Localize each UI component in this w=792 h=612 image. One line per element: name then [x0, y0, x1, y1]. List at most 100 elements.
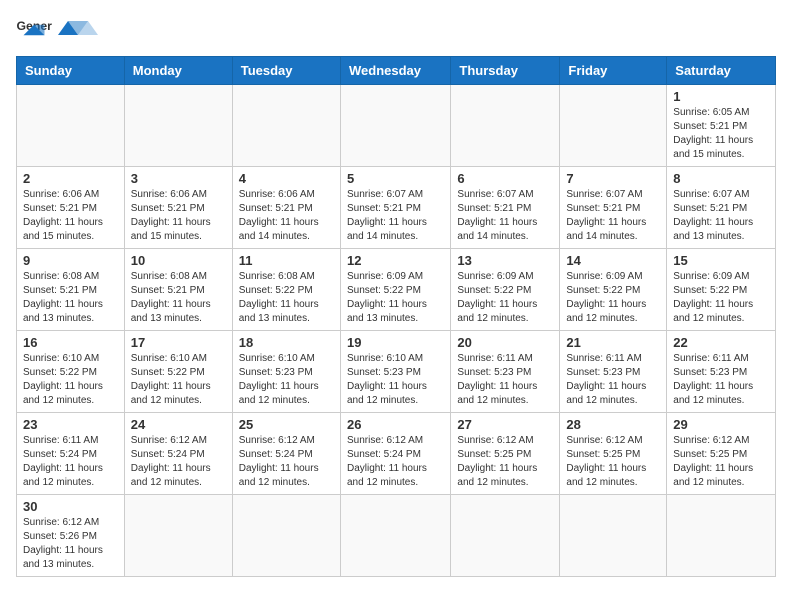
day-cell: 16 Sunrise: 6:10 AM Sunset: 5:22 PM Dayli…	[17, 331, 125, 413]
header-sunday: Sunday	[17, 57, 125, 85]
day-info: Sunrise: 6:08 AM Sunset: 5:22 PM Dayligh…	[239, 270, 334, 326]
day-cell	[232, 85, 340, 167]
day-number: 1	[673, 89, 769, 104]
day-cell	[340, 495, 450, 577]
day-number: 13	[457, 253, 553, 268]
day-info: Sunrise: 6:07 AM Sunset: 5:21 PM Dayligh…	[347, 188, 444, 244]
day-number: 15	[673, 253, 769, 268]
day-number: 8	[673, 171, 769, 186]
day-number: 17	[131, 335, 226, 350]
day-info: Sunrise: 6:11 AM Sunset: 5:23 PM Dayligh…	[673, 352, 769, 408]
day-cell	[451, 85, 560, 167]
day-cell	[451, 495, 560, 577]
week-row-6: 30Sunrise: 6:12 AM Sunset: 5:26 PM Dayli…	[17, 495, 776, 577]
day-number: 4	[239, 171, 334, 186]
day-number: 14	[566, 253, 660, 268]
day-number: 16	[23, 335, 118, 350]
day-cell: 21Sunrise: 6:11 AM Sunset: 5:23 PM Dayli…	[560, 331, 667, 413]
day-info: Sunrise: 6:08 AM Sunset: 5:21 PM Dayligh…	[131, 270, 226, 326]
week-row-4: 16 Sunrise: 6:10 AM Sunset: 5:22 PM Dayli…	[17, 331, 776, 413]
day-number: 3	[131, 171, 226, 186]
day-number: 18	[239, 335, 334, 350]
header-saturday: Saturday	[667, 57, 776, 85]
calendar-container: General Sunday Mo	[0, 0, 792, 612]
day-info: Sunrise: 6:11 AM Sunset: 5:23 PM Dayligh…	[566, 352, 660, 408]
header-friday: Friday	[560, 57, 667, 85]
day-cell	[560, 85, 667, 167]
day-cell: 24 Sunrise: 6:12 AM Sunset: 5:24 PM Dayli…	[124, 413, 232, 495]
day-info: Sunrise: 6:12 AM Sunset: 5:24 PM Dayligh…	[239, 434, 334, 490]
day-cell: 14 Sunrise: 6:09 AM Sunset: 5:22 PM Dayli…	[560, 249, 667, 331]
day-number: 22	[673, 335, 769, 350]
day-info: Sunrise: 6:12 AM Sunset: 5:25 PM Dayligh…	[566, 434, 660, 490]
day-info: Sunrise: 6:09 AM Sunset: 5:22 PM Dayligh…	[347, 270, 444, 326]
header-section: General	[16, 16, 776, 44]
day-info: Sunrise: 6:09 AM Sunset: 5:22 PM Dayligh…	[566, 270, 660, 326]
day-info: Sunrise: 6:08 AM Sunset: 5:21 PM Dayligh…	[23, 270, 118, 326]
header-tuesday: Tuesday	[232, 57, 340, 85]
day-number: 7	[566, 171, 660, 186]
day-cell	[124, 85, 232, 167]
day-number: 23	[23, 417, 118, 432]
day-info: Sunrise: 6:07 AM Sunset: 5:21 PM Dayligh…	[566, 188, 660, 244]
day-cell: 17 Sunrise: 6:10 AM Sunset: 5:22 PM Dayli…	[124, 331, 232, 413]
day-cell	[667, 495, 776, 577]
day-info: Sunrise: 6:12 AM Sunset: 5:24 PM Dayligh…	[131, 434, 226, 490]
day-number: 2	[23, 171, 118, 186]
day-number: 27	[457, 417, 553, 432]
day-number: 19	[347, 335, 444, 350]
day-info: Sunrise: 6:05 AM Sunset: 5:21 PM Dayligh…	[673, 106, 769, 162]
day-cell: 19 Sunrise: 6:10 AM Sunset: 5:23 PM Dayli…	[340, 331, 450, 413]
week-row-2: 2 Sunrise: 6:06 AM Sunset: 5:21 PM Daylig…	[17, 167, 776, 249]
day-cell	[124, 495, 232, 577]
day-cell	[232, 495, 340, 577]
day-cell: 26Sunrise: 6:12 AM Sunset: 5:24 PM Dayli…	[340, 413, 450, 495]
day-cell: 5Sunrise: 6:07 AM Sunset: 5:21 PM Daylig…	[340, 167, 450, 249]
day-cell	[560, 495, 667, 577]
week-row-1: 1 Sunrise: 6:05 AM Sunset: 5:21 PM Daylig…	[17, 85, 776, 167]
logo-icon: General	[16, 16, 52, 44]
day-cell: 22 Sunrise: 6:11 AM Sunset: 5:23 PM Dayli…	[667, 331, 776, 413]
day-cell: 18 Sunrise: 6:10 AM Sunset: 5:23 PM Dayli…	[232, 331, 340, 413]
day-number: 9	[23, 253, 118, 268]
day-info: Sunrise: 6:06 AM Sunset: 5:21 PM Dayligh…	[23, 188, 118, 244]
day-cell: 12Sunrise: 6:09 AM Sunset: 5:22 PM Dayli…	[340, 249, 450, 331]
day-info: Sunrise: 6:10 AM Sunset: 5:22 PM Dayligh…	[23, 352, 118, 408]
day-info: Sunrise: 6:12 AM Sunset: 5:26 PM Dayligh…	[23, 516, 118, 572]
day-cell: 10 Sunrise: 6:08 AM Sunset: 5:21 PM Dayli…	[124, 249, 232, 331]
day-cell: 25 Sunrise: 6:12 AM Sunset: 5:24 PM Dayli…	[232, 413, 340, 495]
day-number: 24	[131, 417, 226, 432]
logo: General	[16, 16, 108, 44]
day-cell	[17, 85, 125, 167]
day-number: 11	[239, 253, 334, 268]
logo-graphic	[58, 21, 108, 35]
day-number: 10	[131, 253, 226, 268]
day-cell: 7 Sunrise: 6:07 AM Sunset: 5:21 PM Daylig…	[560, 167, 667, 249]
day-cell: 23Sunrise: 6:11 AM Sunset: 5:24 PM Dayli…	[17, 413, 125, 495]
day-number: 25	[239, 417, 334, 432]
day-cell: 6Sunrise: 6:07 AM Sunset: 5:21 PM Daylig…	[451, 167, 560, 249]
day-info: Sunrise: 6:07 AM Sunset: 5:21 PM Dayligh…	[673, 188, 769, 244]
day-info: Sunrise: 6:07 AM Sunset: 5:21 PM Dayligh…	[457, 188, 553, 244]
day-info: Sunrise: 6:09 AM Sunset: 5:22 PM Dayligh…	[673, 270, 769, 326]
day-cell: 8 Sunrise: 6:07 AM Sunset: 5:21 PM Daylig…	[667, 167, 776, 249]
day-info: Sunrise: 6:12 AM Sunset: 5:24 PM Dayligh…	[347, 434, 444, 490]
week-row-5: 23Sunrise: 6:11 AM Sunset: 5:24 PM Dayli…	[17, 413, 776, 495]
day-info: Sunrise: 6:10 AM Sunset: 5:23 PM Dayligh…	[347, 352, 444, 408]
day-info: Sunrise: 6:12 AM Sunset: 5:25 PM Dayligh…	[673, 434, 769, 490]
day-number: 28	[566, 417, 660, 432]
day-cell: 30Sunrise: 6:12 AM Sunset: 5:26 PM Dayli…	[17, 495, 125, 577]
day-info: Sunrise: 6:10 AM Sunset: 5:22 PM Dayligh…	[131, 352, 226, 408]
day-cell: 11 Sunrise: 6:08 AM Sunset: 5:22 PM Dayli…	[232, 249, 340, 331]
week-row-3: 9 Sunrise: 6:08 AM Sunset: 5:21 PM Daylig…	[17, 249, 776, 331]
day-number: 20	[457, 335, 553, 350]
header-monday: Monday	[124, 57, 232, 85]
day-cell	[340, 85, 450, 167]
day-info: Sunrise: 6:06 AM Sunset: 5:21 PM Dayligh…	[131, 188, 226, 244]
day-info: Sunrise: 6:09 AM Sunset: 5:22 PM Dayligh…	[457, 270, 553, 326]
day-cell: 13 Sunrise: 6:09 AM Sunset: 5:22 PM Dayli…	[451, 249, 560, 331]
day-info: Sunrise: 6:10 AM Sunset: 5:23 PM Dayligh…	[239, 352, 334, 408]
day-info: Sunrise: 6:06 AM Sunset: 5:21 PM Dayligh…	[239, 188, 334, 244]
day-info: Sunrise: 6:12 AM Sunset: 5:25 PM Dayligh…	[457, 434, 553, 490]
day-cell: 28 Sunrise: 6:12 AM Sunset: 5:25 PM Dayli…	[560, 413, 667, 495]
